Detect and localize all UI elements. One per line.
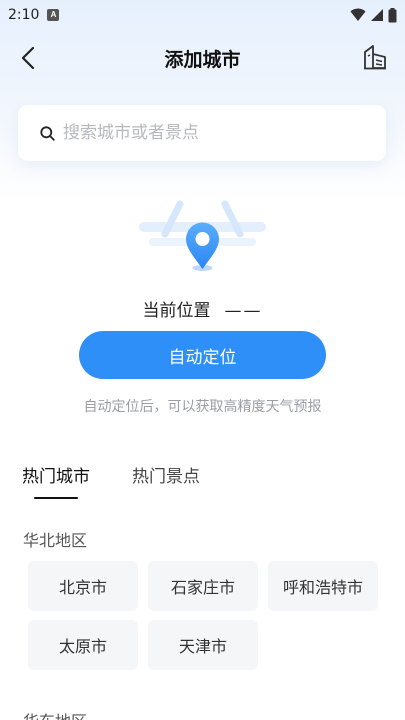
city-chip-taiyuan[interactable]: 太原市	[28, 620, 138, 670]
signal-icon	[371, 9, 383, 21]
city-chip-beijing[interactable]: 北京市	[28, 561, 138, 611]
locate-hint: 自动定位后，可以获取高精度天气预报	[83, 399, 322, 415]
region-title-north-china: 华北地区	[23, 531, 88, 550]
search-input[interactable]	[63, 123, 372, 143]
battery-icon	[388, 7, 397, 22]
current-location: 当前位置 ——	[0, 296, 405, 321]
back-button[interactable]	[12, 42, 44, 74]
tab-hot-cities[interactable]: 热门城市	[22, 462, 90, 499]
auto-locate-button[interactable]: 自动定位	[79, 331, 326, 379]
city-management-button[interactable]	[359, 41, 391, 73]
region-title-east-china: 华东地区	[23, 708, 87, 720]
nav-bar: 添加城市	[0, 30, 405, 86]
notification-icon: A	[47, 9, 60, 21]
status-time: 2:10	[8, 7, 40, 23]
tab-hot-attractions[interactable]: 热门景点	[132, 462, 200, 499]
current-location-value: ——	[224, 301, 263, 321]
location-pin-illustration	[139, 200, 266, 271]
status-bar: 2:10 A	[0, 0, 405, 30]
search-icon	[40, 125, 55, 141]
building-icon	[364, 45, 386, 70]
back-arrow-icon	[21, 46, 35, 70]
city-grid: 北京市 石家庄市 呼和浩特市 太原市 天津市	[28, 561, 380, 670]
city-chip-shijiazhuang[interactable]: 石家庄市	[148, 561, 258, 611]
page-title: 添加城市	[164, 48, 241, 71]
status-icons	[350, 7, 397, 23]
current-location-label: 当前位置	[142, 301, 211, 321]
city-chip-hohhot[interactable]: 呼和浩特市	[268, 561, 378, 611]
search-box[interactable]	[18, 105, 386, 161]
city-chip-tianjin[interactable]: 天津市	[148, 620, 258, 670]
wifi-icon	[350, 8, 366, 21]
tab-bar: 热门城市 热门景点	[22, 462, 200, 499]
